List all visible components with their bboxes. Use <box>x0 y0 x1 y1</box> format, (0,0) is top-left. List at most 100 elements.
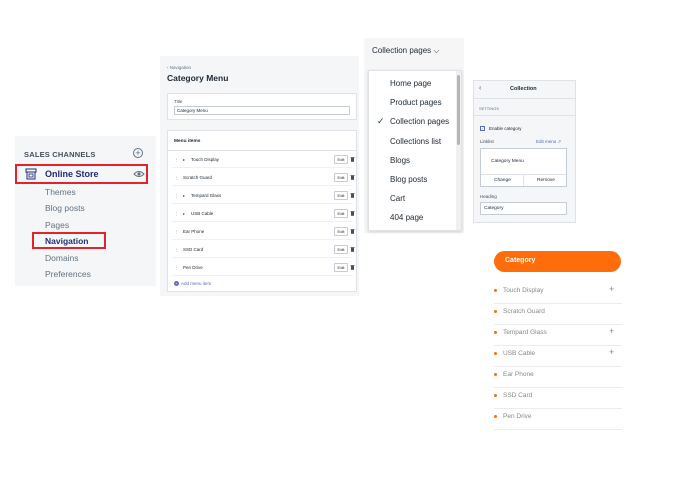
back-chevron-icon[interactable]: ‹ <box>479 85 481 92</box>
sidebar-item-preferences[interactable]: Preferences <box>45 269 91 279</box>
online-store-label: Online Store <box>45 169 99 179</box>
menu-item-row[interactable]: ⋮ ▸ Touch Display Edit <box>172 153 355 168</box>
scrollbar-thumb[interactable] <box>457 75 460 145</box>
title-input[interactable]: Category Menu <box>174 106 350 115</box>
plus-icon: + <box>174 281 179 286</box>
page-type-option[interactable]: Product pages <box>390 98 442 107</box>
trash-icon[interactable] <box>350 228 355 234</box>
collection-settings-panel: ‹ Collection SETTINGS ✓ Enable category … <box>473 80 576 223</box>
drag-handle-icon[interactable]: ⋮ <box>174 247 179 253</box>
drag-handle-icon[interactable]: ⋮ <box>174 157 179 163</box>
menu-item-row[interactable]: ⋮ ▸ USB Cable Edit <box>172 207 355 222</box>
linklist-value: Category Menu <box>491 159 524 164</box>
divider <box>474 115 575 116</box>
change-button[interactable]: Change <box>494 178 511 183</box>
collection-title: Collection <box>510 86 537 92</box>
remove-button[interactable]: Remove <box>537 178 555 183</box>
trash-icon[interactable] <box>350 246 355 252</box>
expand-plus-icon[interactable]: + <box>609 347 614 357</box>
add-menu-item-button[interactable]: + Add menu item <box>174 281 211 286</box>
edit-button[interactable]: Edit <box>334 191 348 200</box>
menu-items-card: Menu items ⋮ ▸ Touch Display Edit ⋮ Scratch G… <box>167 130 357 292</box>
category-list-item[interactable]: SSD Card <box>494 388 622 409</box>
heading-input[interactable]: Category <box>480 202 567 215</box>
expand-plus-icon[interactable]: + <box>609 284 614 294</box>
menu-item-row[interactable]: ⋮ Ear Phone Edit <box>172 225 355 240</box>
online-store-item[interactable]: Online Store <box>15 164 148 184</box>
menu-item-row[interactable]: ⋮ Scratch Guard Edit <box>172 171 355 186</box>
page-type-option[interactable]: Blogs <box>390 156 410 165</box>
bullet-icon <box>494 415 497 418</box>
category-item-label: Tempard Glass <box>503 329 547 336</box>
trash-icon[interactable] <box>350 210 355 216</box>
drag-handle-icon[interactable]: ⋮ <box>174 175 179 181</box>
menu-items-header: Menu items <box>174 139 201 144</box>
drag-handle-icon[interactable]: ⋮ <box>174 193 179 199</box>
drag-handle-icon[interactable]: ⋮ <box>174 211 179 217</box>
bullet-icon <box>494 289 497 292</box>
menu-item-name: USB Cable <box>191 211 214 216</box>
category-list-item[interactable]: Pen Drive <box>494 409 622 430</box>
drag-handle-icon[interactable]: ⋮ <box>174 229 179 235</box>
edit-button[interactable]: Edit <box>334 173 348 182</box>
divider <box>523 174 524 186</box>
menu-item-row[interactable]: ⋮ Pen Drive Edit <box>172 261 355 276</box>
category-list-item[interactable]: Scratch Guard <box>494 304 622 325</box>
title-field-label: Title <box>174 99 183 104</box>
page-type-option[interactable]: Blog posts <box>390 175 427 184</box>
sidebar-item-blog-posts[interactable]: Blog posts <box>45 203 85 213</box>
category-item-label: Scratch Guard <box>503 308 545 315</box>
edit-button[interactable]: Edit <box>334 263 348 272</box>
page-type-option[interactable]: 404 page <box>390 213 423 222</box>
edit-button[interactable]: Edit <box>334 245 348 254</box>
menu-item-name: Pen Drive <box>183 265 203 270</box>
drag-handle-icon[interactable]: ⋮ <box>174 265 179 271</box>
menu-item-name: SSD Card <box>183 247 204 252</box>
page-type-option[interactable]: Collections list <box>390 137 441 146</box>
edit-button[interactable]: Edit <box>334 227 348 236</box>
expand-arrow-icon[interactable]: ▸ <box>183 193 185 198</box>
category-item-label: USB Cable <box>503 350 536 357</box>
expand-arrow-icon[interactable]: ▸ <box>183 157 185 162</box>
menu-item-name: Tempard Glass <box>191 193 222 198</box>
bullet-icon <box>494 310 497 313</box>
edit-button[interactable]: Edit <box>334 155 348 164</box>
page-type-option[interactable]: Cart <box>390 194 405 203</box>
category-item-label: Ear Phone <box>503 371 534 378</box>
trash-icon[interactable] <box>350 174 355 180</box>
sidebar-item-domains[interactable]: Domains <box>45 253 79 263</box>
page-type-options: Home page Product pages ✓ Collection pages C… <box>368 70 462 231</box>
sidebar-item-pages[interactable]: Pages <box>45 220 69 230</box>
trash-icon[interactable] <box>350 156 355 162</box>
trash-icon[interactable] <box>350 192 355 198</box>
add-channel-icon[interactable]: + <box>133 148 143 158</box>
page-type-option[interactable]: Home page <box>390 79 431 88</box>
category-list-item[interactable]: Ear Phone <box>494 367 622 388</box>
scrollbar[interactable] <box>456 71 461 230</box>
eye-icon[interactable] <box>133 169 145 179</box>
title-card: Title Category Menu <box>167 93 357 120</box>
expand-plus-icon[interactable]: + <box>609 326 614 336</box>
menu-item-name: Ear Phone <box>183 229 205 234</box>
category-list-item[interactable]: Touch Display + <box>494 283 622 304</box>
trash-icon[interactable] <box>350 264 355 270</box>
category-item-label: Touch Display <box>503 287 544 294</box>
page-type-option[interactable]: Collection pages <box>390 117 449 126</box>
sidebar-item-navigation[interactable]: Navigation <box>45 236 88 246</box>
category-list-item[interactable]: Tempard Glass + <box>494 325 622 346</box>
breadcrumb[interactable]: ‹ Navigation <box>167 65 191 70</box>
page-type-dropdown[interactable]: Collection pages ⌵ <box>372 46 439 56</box>
category-header[interactable]: Category <box>494 251 621 272</box>
category-list-item[interactable]: USB Cable + <box>494 346 622 367</box>
menu-item-name: Scratch Guard <box>183 175 213 180</box>
enable-category-checkbox[interactable]: ✓ <box>480 126 485 131</box>
storefront-category-widget: Category Touch Display + Scratch Guard Temp… <box>494 251 622 430</box>
edit-menu-link[interactable]: Edit menu ↗ <box>536 139 561 145</box>
edit-button[interactable]: Edit <box>334 209 348 218</box>
expand-arrow-icon[interactable]: ▸ <box>183 211 185 216</box>
settings-label: SETTINGS <box>479 106 500 111</box>
menu-item-row[interactable]: ⋮ ▸ Tempard Glass Edit <box>172 189 355 204</box>
menu-item-row[interactable]: ⋮ SSD Card Edit <box>172 243 355 258</box>
external-link-icon: ↗ <box>557 139 562 144</box>
sidebar-item-themes[interactable]: Themes <box>45 187 76 197</box>
